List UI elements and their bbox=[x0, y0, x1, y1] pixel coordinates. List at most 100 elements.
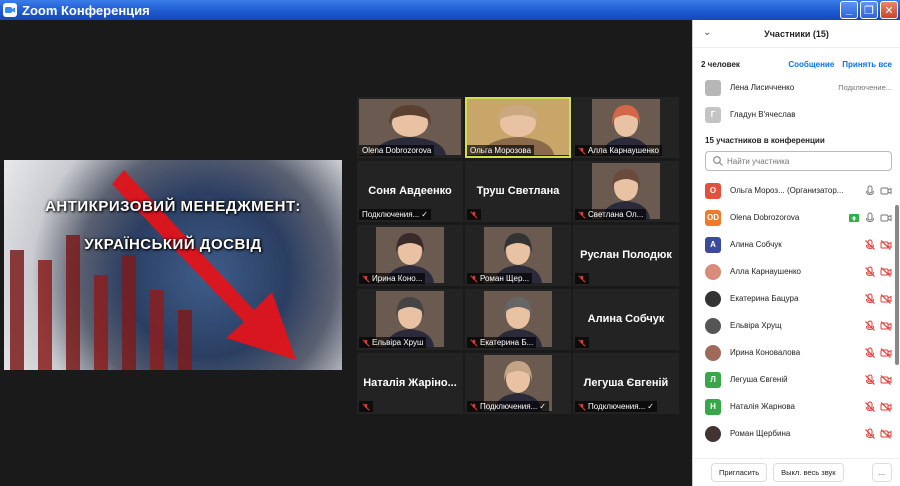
mic-muted-icon bbox=[362, 274, 370, 283]
admit-all-button[interactable]: Принять все bbox=[842, 60, 892, 69]
waiting-room-header: 2 человек Сообщение Принять все bbox=[693, 54, 900, 74]
tile-caption: Подключения... ✓ bbox=[467, 401, 549, 412]
participant-search[interactable] bbox=[705, 151, 892, 171]
mic-muted-icon bbox=[578, 146, 586, 155]
video-tile[interactable]: Труш Светлана bbox=[465, 161, 571, 222]
participant-name-large: Соня Авдеенко bbox=[368, 185, 452, 197]
participant-name: Ольга Мороз... (Организатор... bbox=[730, 186, 844, 195]
participant-name-large: Руслан Полодюк bbox=[580, 249, 672, 261]
waiting-list: Лена Лисичченко Подключение... Г Гладун В'я… bbox=[693, 74, 900, 128]
avatar: Л bbox=[705, 371, 721, 388]
camera-off-icon[interactable] bbox=[880, 401, 892, 413]
camera-off-icon[interactable] bbox=[880, 266, 892, 278]
video-tile[interactable]: Светлана Ол... bbox=[573, 161, 679, 222]
participant-name: Наталія Жарнова bbox=[730, 402, 795, 411]
mic-muted-icon[interactable] bbox=[864, 239, 876, 251]
tile-caption: Ирина Коно... bbox=[359, 273, 426, 284]
participant-row[interactable]: О Ольга Мороз... (Организатор... bbox=[693, 177, 900, 204]
video-tile[interactable]: Подключения... ✓ bbox=[465, 353, 571, 414]
avatar bbox=[705, 263, 721, 280]
waiting-row[interactable]: Г Гладун В'ячеслав bbox=[693, 101, 900, 128]
tile-caption-text: Ельвіра Хруш bbox=[372, 338, 424, 347]
window-titlebar: Zoom Конференция _ ❐ ✕ bbox=[0, 0, 900, 20]
participant-row[interactable]: Алла Карнаушенко bbox=[693, 258, 900, 285]
participant-row[interactable]: Ирина Коновалова bbox=[693, 339, 900, 366]
waiting-row[interactable]: Лена Лисичченко Подключение... bbox=[693, 74, 900, 101]
participant-row[interactable]: Ельвіра Хрущ bbox=[693, 312, 900, 339]
avatar bbox=[705, 344, 721, 361]
participant-row[interactable]: Роман Щербина bbox=[693, 420, 900, 447]
participant-name: Алла Карнаушенко bbox=[730, 267, 802, 276]
mic-muted-icon[interactable] bbox=[864, 266, 876, 278]
search-input[interactable] bbox=[727, 156, 891, 166]
minimize-button[interactable]: _ bbox=[840, 1, 858, 19]
tile-caption bbox=[359, 401, 373, 412]
mic-muted-icon[interactable] bbox=[864, 428, 876, 440]
avatar bbox=[705, 317, 721, 334]
tile-caption-text: Olena Dobrozorova bbox=[362, 146, 432, 155]
message-button[interactable]: Сообщение bbox=[788, 60, 834, 69]
camera-icon[interactable] bbox=[880, 212, 892, 224]
video-tile[interactable]: Екатерина Б... bbox=[465, 289, 571, 350]
zoom-app-icon bbox=[3, 3, 17, 17]
video-tile[interactable]: Алина Собчук bbox=[573, 289, 679, 350]
camera-off-icon[interactable] bbox=[880, 428, 892, 440]
more-options-button[interactable]: ... bbox=[871, 463, 892, 482]
maximize-button[interactable]: ❐ bbox=[860, 1, 878, 19]
mic-muted-icon bbox=[470, 402, 478, 411]
video-tile[interactable]: Наталія Жаріно... bbox=[357, 353, 463, 414]
mic-muted-icon[interactable] bbox=[864, 320, 876, 332]
mic-muted-icon[interactable] bbox=[864, 374, 876, 386]
mic-icon[interactable] bbox=[864, 185, 876, 197]
tile-caption: Екатерина Б... bbox=[467, 337, 537, 348]
waiting-status: Подключение... bbox=[838, 83, 892, 92]
waiting-name: Лена Лисичченко bbox=[730, 83, 795, 92]
participant-row[interactable]: Л Легуша Євгеній bbox=[693, 366, 900, 393]
camera-off-icon[interactable] bbox=[880, 293, 892, 305]
tile-caption-text: Подключения... bbox=[588, 402, 646, 411]
camera-off-icon[interactable] bbox=[880, 320, 892, 332]
camera-off-icon[interactable] bbox=[880, 239, 892, 251]
camera-off-icon[interactable] bbox=[880, 347, 892, 359]
mic-muted-icon[interactable] bbox=[864, 293, 876, 305]
invite-button[interactable]: Пригласить bbox=[711, 463, 768, 482]
video-tile[interactable]: Алла Карнаушенко bbox=[573, 97, 679, 158]
mic-muted-icon[interactable] bbox=[864, 347, 876, 359]
close-button[interactable]: ✕ bbox=[880, 1, 898, 19]
participant-name: Екатерина Бацура bbox=[730, 294, 799, 303]
mic-icon[interactable] bbox=[864, 212, 876, 224]
window-title: Zoom Конференция bbox=[22, 2, 150, 18]
tile-caption-text: Алла Карнаушенко bbox=[588, 146, 660, 155]
panel-scrollbar[interactable] bbox=[895, 205, 899, 365]
chevron-down-icon[interactable]: ⌄ bbox=[703, 27, 711, 38]
participant-name-large: Труш Светлана bbox=[476, 185, 560, 197]
video-tile[interactable]: Olena Dobrozorova bbox=[357, 97, 463, 158]
camera-off-icon[interactable] bbox=[880, 374, 892, 386]
check-icon: ✓ bbox=[647, 402, 654, 411]
video-tile[interactable]: Роман Щер... bbox=[465, 225, 571, 286]
participant-row[interactable]: OD Olena Dobrozorova bbox=[693, 204, 900, 231]
tile-caption-text: Подключения... bbox=[480, 402, 538, 411]
video-tile[interactable]: Легуша Євгеній Подключения... ✓ bbox=[573, 353, 679, 414]
video-tile[interactable]: Ельвіра Хруш bbox=[357, 289, 463, 350]
mic-muted-icon[interactable] bbox=[864, 401, 876, 413]
mute-all-button[interactable]: Выкл. весь звук bbox=[773, 463, 844, 482]
video-tile[interactable]: Ирина Коно... bbox=[357, 225, 463, 286]
avatar: Н bbox=[705, 398, 721, 415]
tile-caption: Ольга Морозова bbox=[467, 145, 535, 156]
meeting-area: АНТИКРИЗОВИЙ МЕНЕДЖМЕНТ: УКРАЇНСЬКИЙ ДОС… bbox=[0, 20, 692, 486]
camera-icon[interactable] bbox=[880, 185, 892, 197]
mic-muted-icon bbox=[470, 338, 478, 347]
video-tile[interactable]: Руслан Полодюк bbox=[573, 225, 679, 286]
participant-row[interactable]: Н Наталія Жарнова bbox=[693, 393, 900, 420]
tile-caption: Подключения... ✓ bbox=[575, 401, 657, 412]
participants-title: Участники (15) bbox=[764, 28, 829, 39]
video-tile[interactable]: Ольга Морозова bbox=[465, 97, 571, 158]
participant-row[interactable]: Екатерина Бацура bbox=[693, 285, 900, 312]
participant-name: Алина Собчук bbox=[730, 240, 782, 249]
tile-caption-text: Подключения... bbox=[362, 210, 420, 219]
participant-row[interactable]: А Алина Собчук bbox=[693, 231, 900, 258]
slide-title-line2: УКРАЇНСЬКИЙ ДОСВІД bbox=[84, 236, 262, 253]
slide-graphic bbox=[10, 170, 296, 370]
video-tile[interactable]: Соня Авдеенко Подключения... ✓ bbox=[357, 161, 463, 222]
